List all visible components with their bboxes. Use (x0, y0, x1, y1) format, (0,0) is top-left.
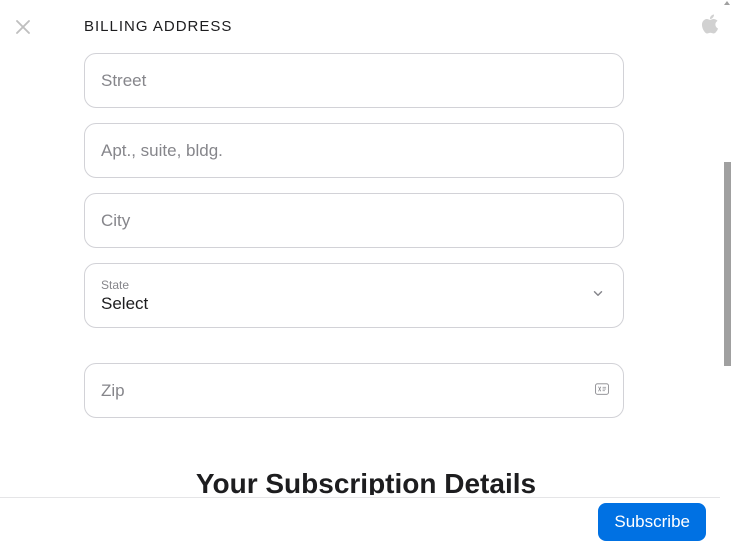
footer-bar: Subscribe (0, 497, 720, 546)
subscribe-button[interactable]: Subscribe (598, 503, 706, 541)
state-label: State (101, 278, 607, 292)
city-input[interactable] (101, 211, 607, 231)
street-field-container (84, 53, 624, 108)
apt-field-container (84, 123, 624, 178)
scrollbar-track[interactable] (722, 0, 732, 546)
zip-input[interactable] (101, 381, 607, 401)
subscription-heading: Your Subscription Details (0, 468, 732, 495)
close-icon (14, 23, 32, 40)
autofill-icon (595, 382, 609, 400)
close-button[interactable] (14, 18, 34, 38)
street-input[interactable] (101, 71, 607, 91)
state-select[interactable]: State Select (84, 263, 624, 328)
section-title: BILLING ADDRESS (84, 18, 732, 35)
main-content: BILLING ADDRESS State Select (0, 0, 732, 495)
chevron-down-icon (591, 286, 605, 305)
city-field-container (84, 193, 624, 248)
apt-input[interactable] (101, 141, 607, 161)
zip-field-container (84, 363, 624, 418)
scrollbar-thumb[interactable] (724, 162, 731, 366)
billing-form: State Select (84, 53, 624, 418)
apple-logo-icon (700, 14, 720, 38)
state-value: Select (101, 294, 607, 314)
scrollbar-arrow-up-icon (724, 1, 730, 5)
